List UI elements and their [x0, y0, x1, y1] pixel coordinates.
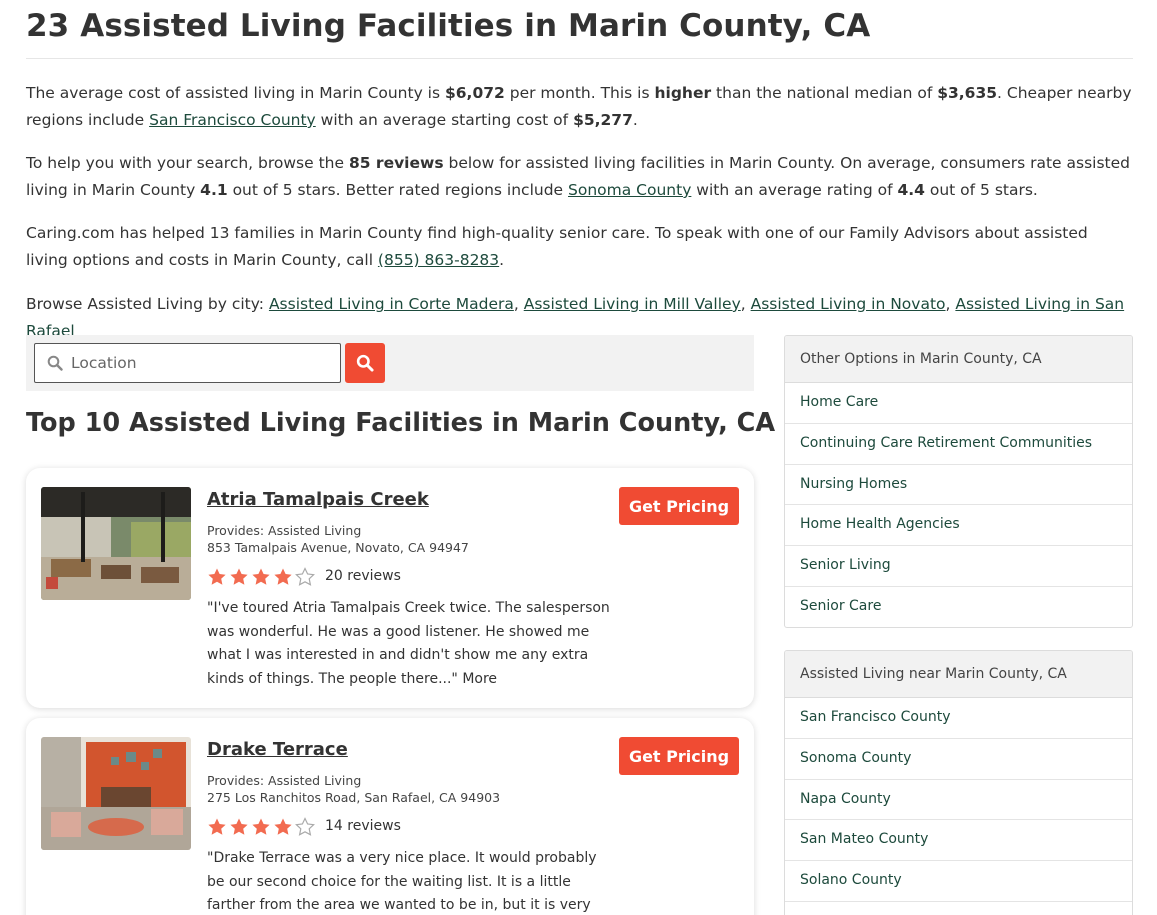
star-filled-icon: [274, 568, 292, 585]
option-senior-living[interactable]: Senior Living: [785, 546, 1132, 587]
star-empty-icon: [295, 567, 315, 586]
option-senior-care[interactable]: Senior Care: [785, 587, 1132, 627]
text: than the national median of: [711, 84, 938, 102]
option-home-care[interactable]: Home Care: [785, 383, 1132, 424]
separator: ,: [513, 295, 524, 313]
location-search-field[interactable]: [34, 343, 341, 383]
avg-cost: $6,072: [444, 84, 505, 102]
phone-link[interactable]: (855) 863-8283: [378, 251, 499, 269]
reviews-link[interactable]: 14 reviews: [325, 818, 401, 834]
review-text: "I've toured Atria Tamalpais Creek twice…: [207, 600, 610, 687]
nearby-more-county[interactable]: [785, 902, 1132, 915]
search-icon: [356, 354, 374, 372]
separator: ,: [740, 295, 751, 313]
option-ccrc[interactable]: Continuing Care Retirement Communities: [785, 424, 1132, 465]
facility-card: Drake Terrace Provides: Assisted Living …: [26, 718, 754, 915]
facility-address: 275 Los Ranchitos Road, San Rafael, CA 9…: [207, 790, 501, 805]
location-search-bar: [26, 335, 754, 391]
better-rating: 4.4: [897, 181, 925, 199]
nearby-cost: $5,277: [573, 111, 633, 129]
separator: ,: [945, 295, 956, 313]
star-filled-icon: [230, 818, 248, 835]
facility-photo[interactable]: [41, 737, 191, 850]
review-text: "Drake Terrace was a very nice place. It…: [207, 850, 597, 913]
other-options-panel: Other Options in Marin County, CA Home C…: [784, 335, 1133, 628]
review-excerpt: "I've toured Atria Tamalpais Creek twice…: [207, 597, 617, 691]
text: with an average starting cost of: [315, 111, 574, 129]
search-icon: [47, 355, 63, 371]
star-rating: [207, 817, 315, 837]
facility-provides: Provides: Assisted Living: [207, 773, 362, 788]
san-francisco-county-link[interactable]: San Francisco County: [149, 111, 316, 129]
city-link-corte-madera[interactable]: Assisted Living in Corte Madera: [269, 295, 514, 313]
text: per month. This is: [504, 84, 655, 102]
nearby-san-francisco-county[interactable]: San Francisco County: [785, 698, 1132, 739]
facility-card: Atria Tamalpais Creek Provides: Assisted…: [26, 468, 754, 708]
text: To help you with your search, browse the: [26, 154, 349, 172]
review-count: 85 reviews: [348, 154, 444, 172]
star-filled-icon: [252, 568, 270, 585]
facility-name-link[interactable]: Atria Tamalpais Creek: [207, 489, 429, 510]
location-input[interactable]: [71, 354, 311, 372]
facility-name-link[interactable]: Drake Terrace: [207, 739, 348, 760]
text: .: [632, 111, 638, 129]
star-filled-icon: [274, 818, 292, 835]
star-empty-icon: [295, 817, 315, 836]
other-options-header: Other Options in Marin County, CA: [785, 336, 1132, 383]
option-nursing-homes[interactable]: Nursing Homes: [785, 465, 1132, 506]
nearby-sonoma-county[interactable]: Sonoma County: [785, 739, 1132, 780]
reviews-link[interactable]: 20 reviews: [325, 568, 401, 584]
higher-label: higher: [654, 84, 712, 102]
nearby-header: Assisted Living near Marin County, CA: [785, 651, 1132, 698]
facility-address: 853 Tamalpais Avenue, Novato, CA 94947: [207, 540, 469, 555]
more-link[interactable]: More: [462, 671, 497, 687]
text: out of 5 stars. Better rated regions inc…: [227, 181, 569, 199]
title-divider: [26, 58, 1133, 59]
top-facilities-heading: Top 10 Assisted Living Facilities in Mar…: [26, 408, 776, 438]
nearby-san-mateo-county[interactable]: San Mateo County: [785, 820, 1132, 862]
review-excerpt: "Drake Terrace was a very nice place. It…: [207, 847, 617, 915]
intro-cost-paragraph: The average cost of assisted living in M…: [26, 80, 1133, 134]
get-pricing-button[interactable]: Get Pricing: [619, 737, 739, 775]
text: The average cost of assisted living in M…: [26, 84, 445, 102]
avg-rating: 4.1: [200, 181, 228, 199]
text: .: [499, 251, 505, 269]
option-home-health-agencies[interactable]: Home Health Agencies: [785, 505, 1132, 547]
intro-advisors-paragraph: Caring.com has helped 13 families in Mar…: [26, 220, 1133, 274]
city-link-novato[interactable]: Assisted Living in Novato: [751, 295, 946, 313]
sonoma-county-link[interactable]: Sonoma County: [568, 181, 691, 199]
get-pricing-button[interactable]: Get Pricing: [619, 487, 739, 525]
nearby-solano-county[interactable]: Solano County: [785, 861, 1132, 902]
search-button[interactable]: [345, 343, 385, 383]
city-link-mill-valley[interactable]: Assisted Living in Mill Valley: [524, 295, 741, 313]
facility-photo[interactable]: [41, 487, 191, 600]
text: out of 5 stars.: [924, 181, 1038, 199]
star-filled-icon: [230, 568, 248, 585]
text: Caring.com has helped 13 families in Mar…: [26, 224, 1088, 269]
intro-reviews-paragraph: To help you with your search, browse the…: [26, 150, 1133, 204]
facility-provides: Provides: Assisted Living: [207, 523, 362, 538]
star-filled-icon: [252, 818, 270, 835]
national-median: $3,635: [937, 84, 998, 102]
nearby-napa-county[interactable]: Napa County: [785, 780, 1132, 821]
page-title: 23 Assisted Living Facilities in Marin C…: [26, 8, 871, 44]
star-filled-icon: [208, 818, 226, 835]
nearby-assisted-living-panel: Assisted Living near Marin County, CA Sa…: [784, 650, 1133, 915]
text: with an average rating of: [691, 181, 898, 199]
browse-label: Browse Assisted Living by city:: [26, 295, 269, 313]
star-filled-icon: [208, 568, 226, 585]
star-rating: [207, 567, 315, 587]
